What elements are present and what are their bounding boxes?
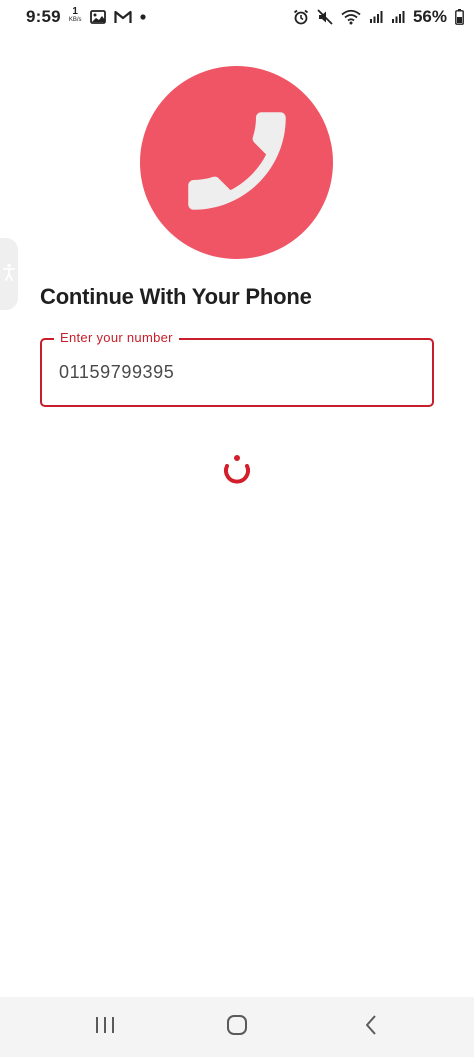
phone-number-field[interactable]: Enter your number 01159799395: [40, 330, 434, 407]
signal-icon: [369, 10, 383, 24]
status-right: 56%: [293, 7, 464, 27]
notification-dot-icon: [139, 14, 146, 20]
mute-icon: [317, 9, 333, 25]
back-icon: [363, 1014, 379, 1040]
signal-icon-2: [391, 10, 405, 24]
network-speed-unit: KB/s: [68, 17, 82, 23]
accessibility-tab[interactable]: [0, 238, 18, 310]
loading-spinner-icon: [221, 455, 253, 491]
phone-hero-circle: [140, 66, 333, 259]
gmail-icon: [113, 10, 132, 24]
alarm-icon: [293, 9, 309, 25]
wifi-icon: [341, 9, 361, 25]
home-icon: [226, 1014, 248, 1040]
recent-apps-button[interactable]: [90, 1012, 120, 1042]
back-button[interactable]: [356, 1012, 386, 1042]
status-left: 9:59 1 KB/s: [26, 7, 146, 27]
phone-icon: [172, 96, 302, 230]
phone-number-label: Enter your number: [54, 330, 179, 345]
status-bar: 9:59 1 KB/s 56%: [0, 0, 474, 34]
system-nav-bar: [0, 997, 474, 1057]
battery-percent: 56%: [412, 7, 447, 26]
recent-apps-icon: [94, 1015, 116, 1039]
page-title: Continue With Your Phone: [40, 284, 312, 309]
home-button[interactable]: [222, 1012, 252, 1042]
clock: 9:59: [26, 7, 61, 26]
network-speed-value: 1: [72, 6, 78, 17]
network-speed: 1 KB/s: [68, 6, 82, 24]
phone-number-input[interactable]: 01159799395: [59, 362, 174, 383]
gallery-icon: [89, 10, 106, 24]
battery-icon: [455, 9, 464, 25]
accessibility-icon: [3, 263, 15, 285]
